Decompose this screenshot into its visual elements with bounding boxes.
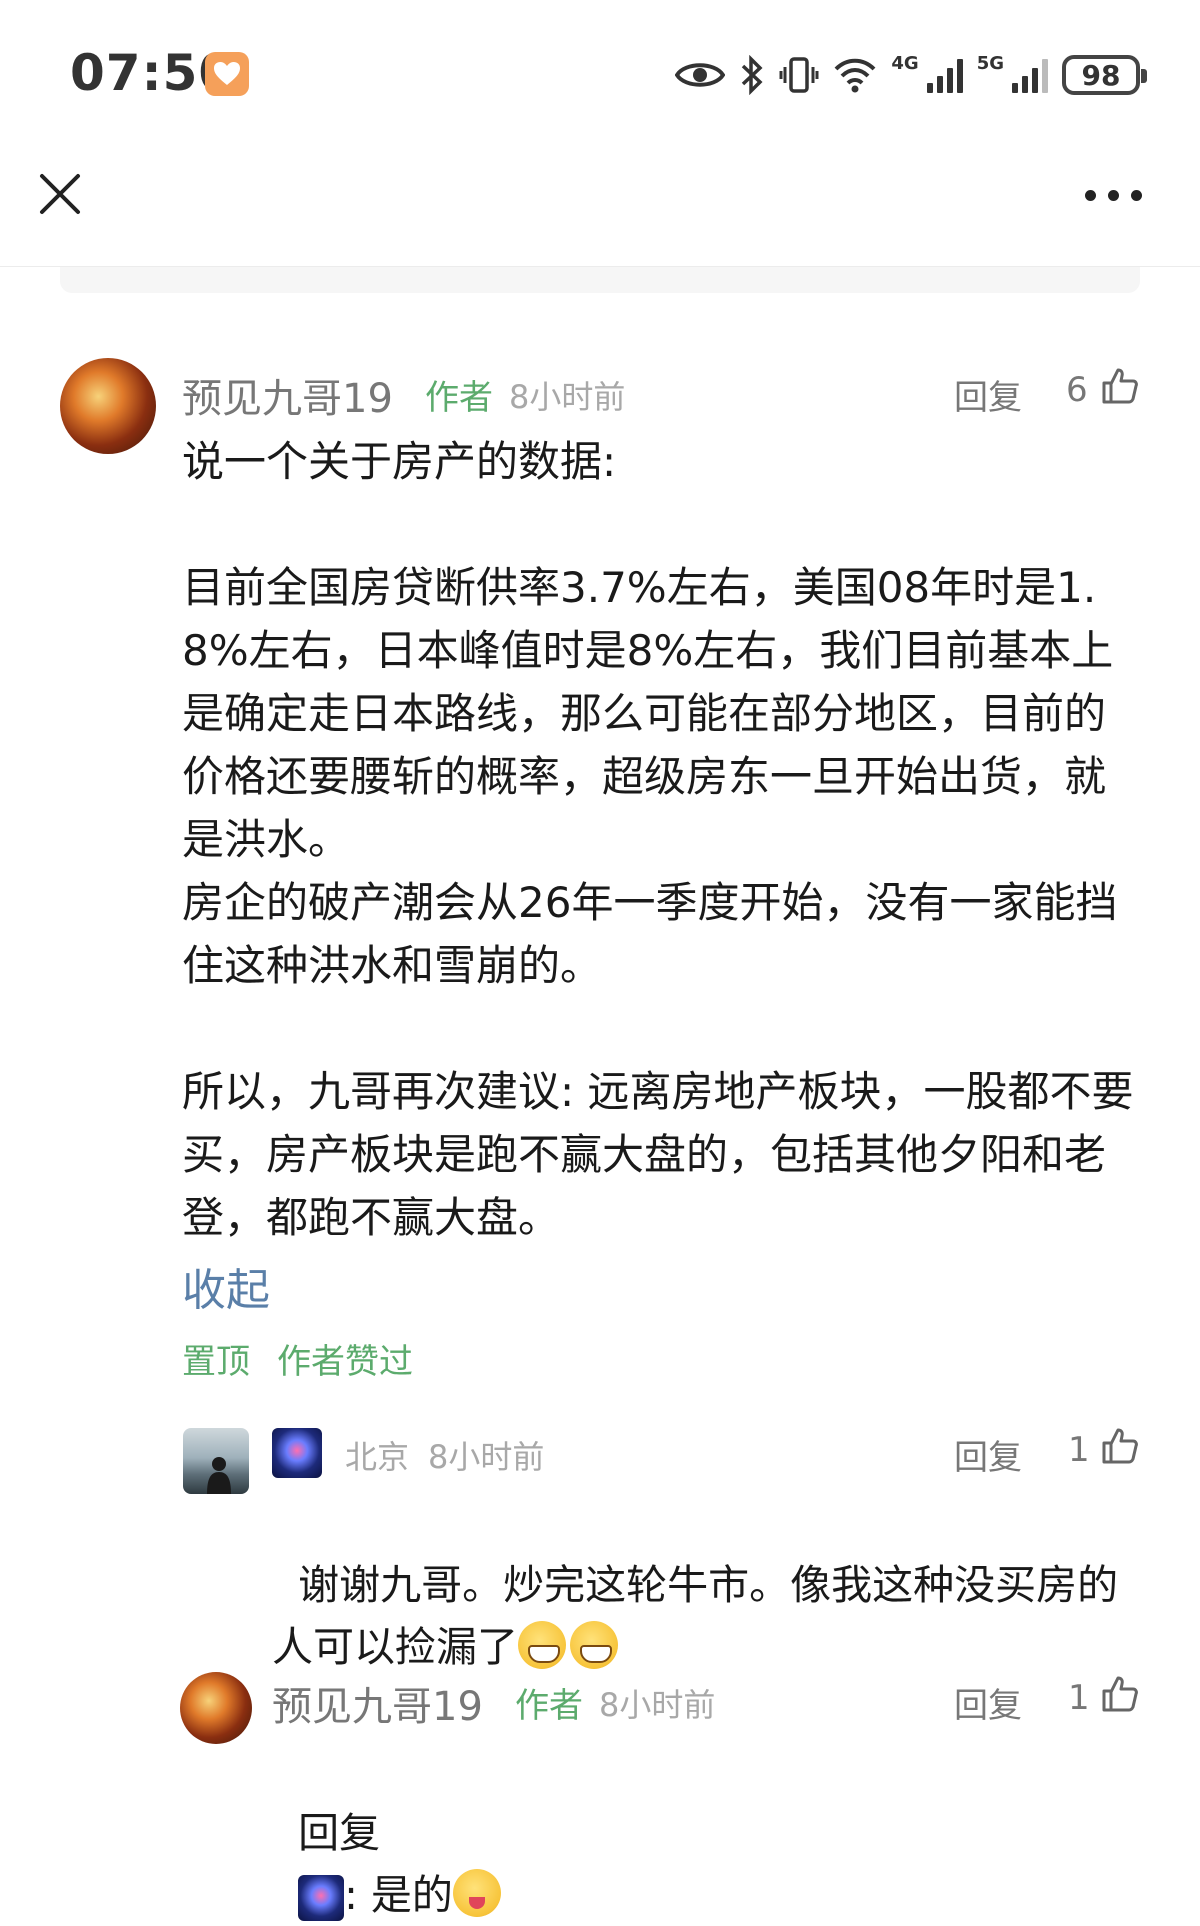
close-button[interactable] xyxy=(36,170,84,218)
signal-4g-icon xyxy=(926,57,963,93)
like-count: 6 xyxy=(1066,370,1088,410)
comment-author-name[interactable]: 预见九哥19 xyxy=(182,366,393,424)
avatar[interactable] xyxy=(183,1428,249,1494)
reply-time: 8小时前 xyxy=(599,1686,716,1724)
reply-button[interactable]: 回复 xyxy=(954,370,1022,419)
comment-time: 8小时前 xyxy=(509,378,626,416)
reply-button[interactable]: 回复 xyxy=(954,1430,1022,1479)
avatar[interactable] xyxy=(60,358,156,454)
reply-body: 谢谢九哥。炒完这轮牛市。像我这种没买房的人可以捡漏了 xyxy=(272,1492,1137,1678)
previous-content-card xyxy=(60,267,1140,293)
reply-button[interactable]: 回复 xyxy=(954,1678,1022,1727)
reply-body: 回复 : 是的 xyxy=(272,1740,1137,1926)
avatar[interactable] xyxy=(180,1672,252,1744)
thumbs-up-icon[interactable] xyxy=(1100,366,1140,406)
author-tag: 作者 xyxy=(515,1686,583,1726)
like-count: 1 xyxy=(1068,1430,1090,1470)
thumbs-up-icon[interactable] xyxy=(1100,1426,1140,1466)
network-4g-label: 4G xyxy=(891,52,919,74)
like-count: 1 xyxy=(1068,1678,1090,1718)
author-tag: 作者 xyxy=(425,378,493,418)
signal-5g-icon xyxy=(1012,57,1048,93)
network-5g-label: 5G xyxy=(976,52,1004,74)
reply-author-name[interactable]: 预见九哥19 xyxy=(272,1674,483,1732)
reply-text: : 是的 xyxy=(344,1871,453,1919)
vibrate-icon xyxy=(779,55,819,95)
close-icon xyxy=(40,174,80,214)
fireworks-avatar-icon xyxy=(298,1875,345,1921)
bluetooth-icon xyxy=(739,55,765,95)
status-bar: 07:50 4G 5G 98 xyxy=(0,0,1200,150)
winking-tongue-emoji-icon xyxy=(452,1869,501,1917)
status-icons: 4G 5G 98 xyxy=(675,50,1147,100)
author-liked-tag: 作者赞过 xyxy=(277,1342,413,1382)
fireworks-avatar-icon[interactable] xyxy=(272,1428,322,1478)
reply-location: 北京 xyxy=(345,1438,410,1476)
collapse-link[interactable]: 收起 xyxy=(182,1254,270,1318)
reply-prefix: 回复 xyxy=(298,1809,381,1857)
more-dot-icon xyxy=(1108,189,1119,201)
more-dot-icon xyxy=(1085,189,1096,201)
more-options-button[interactable] xyxy=(1085,180,1145,210)
top-navigation-bar xyxy=(0,150,1200,267)
reply-text: 谢谢九哥。炒完这轮牛市。像我这种没买房的人可以捡漏了 xyxy=(272,1561,1119,1671)
person-silhouette-icon xyxy=(207,1457,231,1494)
pinned-tag: 置顶 xyxy=(182,1342,250,1382)
thumbs-up-icon[interactable] xyxy=(1100,1674,1140,1714)
battery-indicator: 98 xyxy=(1062,55,1147,95)
eye-icon xyxy=(675,58,726,92)
grinning-emoji-icon xyxy=(570,1621,618,1669)
heart-app-icon xyxy=(205,52,249,96)
wifi-icon xyxy=(833,56,877,94)
grinning-emoji-icon xyxy=(518,1621,566,1669)
comment-body: 说一个关于房产的数据: 目前全国房贷断供率3.7%左右，美国08年时是1.8%左… xyxy=(182,437,1134,1242)
more-dot-icon xyxy=(1131,189,1142,201)
reply-time: 8小时前 xyxy=(428,1438,545,1476)
